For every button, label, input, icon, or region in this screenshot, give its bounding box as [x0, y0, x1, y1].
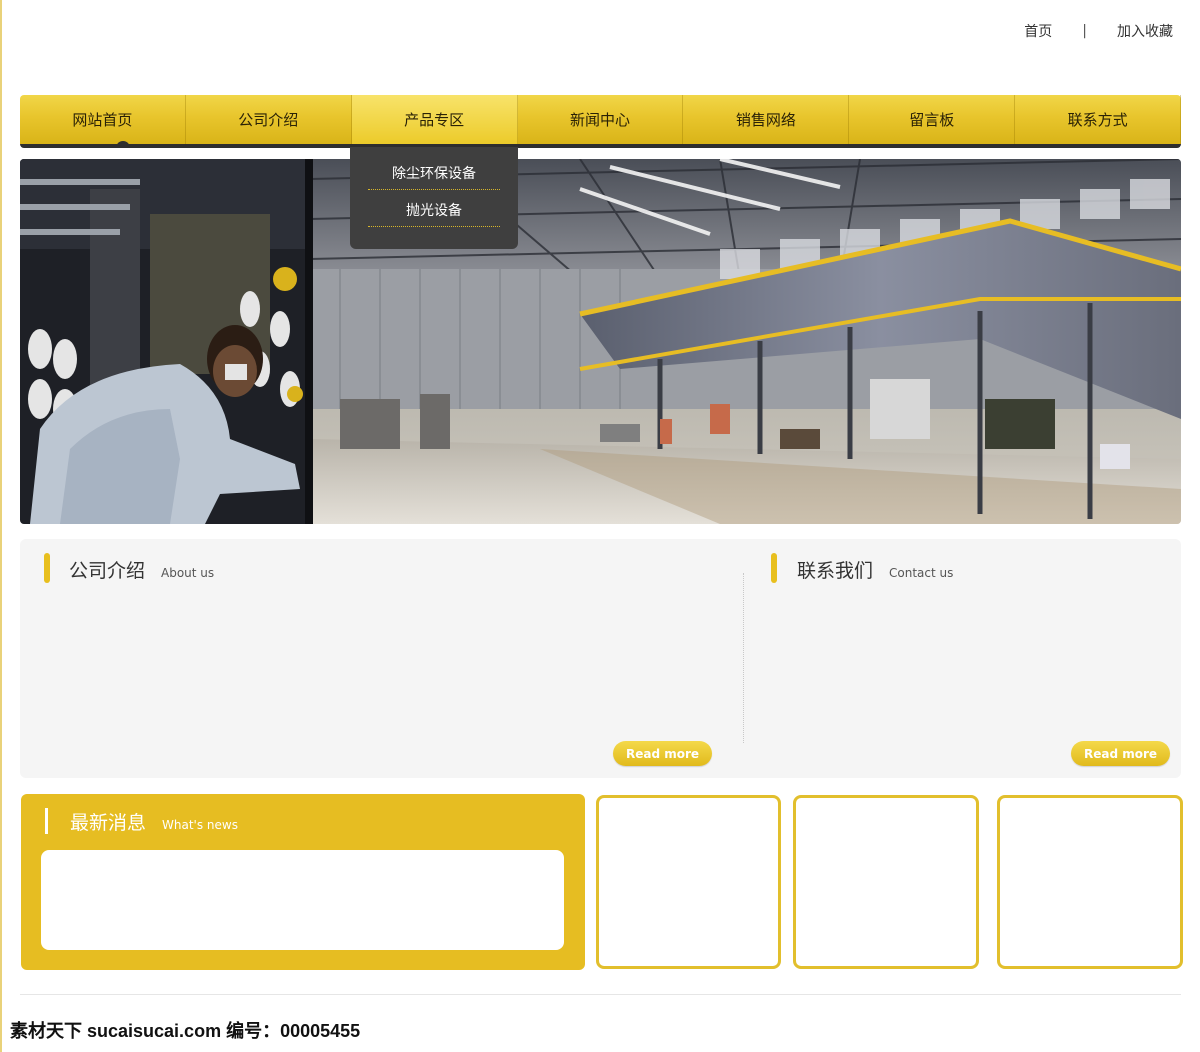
dropdown-item-dust-removal[interactable]: 除尘环保设备: [368, 159, 500, 190]
nav-indicator: [116, 141, 130, 148]
nav-item-contact[interactable]: 联系方式: [1015, 95, 1182, 144]
nav-item-label: 网站首页: [72, 111, 133, 129]
watermark-text: 素材天下 sucaisucai.com 编号：00005455: [10, 1021, 361, 1041]
about-title-bar: [44, 553, 50, 583]
nav-item-label: 销售网络: [735, 111, 796, 129]
nav-item-guestbook[interactable]: 留言板: [849, 95, 1016, 144]
footer-divider: [20, 994, 1181, 995]
top-links: 首页 | 加入收藏: [1024, 21, 1173, 41]
news-title-bar: [45, 808, 48, 834]
about-header: 公司介绍 About us: [69, 556, 214, 583]
contact-header: 联系我们 Contact us: [797, 556, 953, 583]
contact-read-more-button[interactable]: Read more: [1071, 741, 1170, 766]
feature-card-2[interactable]: [793, 795, 979, 969]
nav-item-products[interactable]: 产品专区: [351, 95, 518, 144]
hero-banner-image: [20, 159, 1181, 524]
about-read-more-button[interactable]: Read more: [613, 741, 712, 766]
dropdown-item-polishing[interactable]: 抛光设备: [368, 196, 500, 227]
nav-item-label: 新闻中心: [570, 111, 631, 129]
nav-item-news[interactable]: 新闻中心: [518, 95, 684, 144]
add-favorite-link[interactable]: 加入收藏: [1117, 21, 1173, 41]
about-title: 公司介绍: [69, 560, 146, 582]
factory-illustration: [20, 159, 1181, 524]
nav-item-about[interactable]: 公司介绍: [186, 95, 352, 144]
feature-card-1[interactable]: [596, 795, 781, 969]
home-link[interactable]: 首页: [1024, 21, 1052, 41]
about-subtitle: About us: [161, 566, 215, 580]
nav-item-home[interactable]: 网站首页: [20, 95, 186, 144]
contact-title: 联系我们: [797, 560, 874, 582]
nav-item-label: 公司介绍: [238, 111, 299, 129]
nav-item-sales-network[interactable]: 销售网络: [683, 95, 850, 144]
nav-item-label: 产品专区: [404, 111, 465, 129]
contact-subtitle: Contact us: [889, 566, 954, 580]
nav-item-label: 留言板: [909, 111, 955, 129]
panel-divider: [743, 573, 744, 743]
news-title: 最新消息: [70, 812, 147, 834]
info-panel: 公司介绍 About us Read more 联系我们 Contact us …: [20, 539, 1181, 778]
top-links-separator: |: [1082, 23, 1087, 39]
nav-item-label: 联系方式: [1067, 111, 1128, 129]
feature-card-3[interactable]: [997, 795, 1183, 969]
news-subtitle: What's news: [162, 818, 238, 832]
main-navigation: 网站首页 公司介绍 产品专区 新闻中心 销售网络 留言板 联系方式: [20, 95, 1182, 148]
contact-title-bar: [771, 553, 777, 583]
news-content-box: [41, 850, 564, 950]
products-dropdown-menu: 除尘环保设备 抛光设备: [350, 147, 518, 249]
news-panel: 最新消息 What's news: [21, 794, 585, 970]
left-border-line: [0, 0, 2, 1052]
news-header: 最新消息 What's news: [70, 808, 238, 835]
